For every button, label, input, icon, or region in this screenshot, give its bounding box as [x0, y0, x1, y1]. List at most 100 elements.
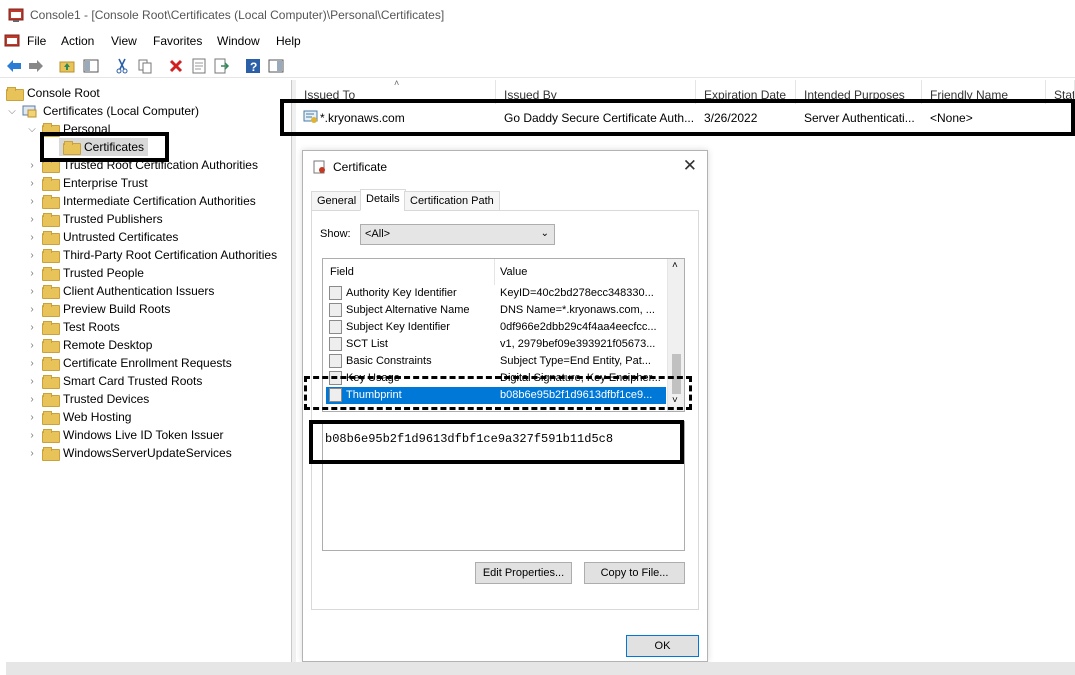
tree-item-label: Smart Card Trusted Roots	[63, 374, 203, 388]
tab-certification-path[interactable]: Certification Path	[404, 191, 500, 211]
chevron-right-icon[interactable]: ›	[26, 447, 38, 459]
tree-item-store[interactable]: › Trusted People	[26, 264, 144, 282]
edit-properties-button[interactable]: Edit Properties...	[475, 562, 572, 584]
tree-item-store[interactable]: › Windows Live ID Token Issuer	[26, 426, 224, 444]
tree-item-label: Trusted Publishers	[63, 212, 163, 226]
tab-details[interactable]: Details	[360, 189, 406, 211]
chevron-right-icon[interactable]: ›	[26, 159, 38, 171]
chevron-right-icon[interactable]: ›	[26, 321, 38, 333]
chevron-right-icon[interactable]: ›	[26, 195, 38, 207]
tree-item-store[interactable]: › WindowsServerUpdateServices	[26, 444, 232, 462]
menu-view[interactable]: View	[111, 34, 137, 48]
menu-bar: File Action View Favorites Window Help	[0, 30, 1075, 52]
tree-item-label: Certificate Enrollment Requests	[63, 356, 232, 370]
folder-icon	[42, 393, 60, 407]
menu-window[interactable]: Window	[217, 34, 260, 48]
tree-item-store[interactable]: › Remote Desktop	[26, 336, 152, 354]
field-row[interactable]: Basic Constraints Subject Type=End Entity…	[326, 353, 666, 370]
highlight-thumbprint-value	[309, 420, 684, 464]
show-hide-console-tree-button[interactable]	[81, 56, 101, 76]
export-list-button[interactable]	[212, 56, 232, 76]
chevron-right-icon[interactable]: ›	[26, 231, 38, 243]
tree-item-store[interactable]: › Test Roots	[26, 318, 120, 336]
tree-item-store[interactable]: › Client Authentication Issuers	[26, 282, 214, 300]
copy-to-file-button[interactable]: Copy to File...	[584, 562, 685, 584]
highlight-certificates-node	[40, 132, 169, 162]
field-row[interactable]: SCT List v1, 2979bef09e393921f05673...	[326, 336, 666, 353]
horizontal-scrollbar[interactable]	[6, 662, 1075, 675]
menu-file[interactable]: File	[27, 34, 46, 48]
delete-button[interactable]	[166, 56, 186, 76]
cut-button[interactable]	[112, 56, 132, 76]
dialog-title: Certificate	[333, 160, 388, 174]
chevron-right-icon[interactable]: ›	[26, 213, 38, 225]
tree-item-label: Remote Desktop	[63, 338, 153, 352]
chevron-right-icon[interactable]: ›	[26, 249, 38, 261]
show-dropdown[interactable]: <All> ⌄	[360, 224, 555, 245]
copy-button[interactable]	[135, 56, 155, 76]
menu-favorites[interactable]: Favorites	[153, 34, 202, 48]
tree-item-store[interactable]: › Preview Build Roots	[26, 300, 170, 318]
chevron-right-icon[interactable]: ›	[26, 285, 38, 297]
folder-icon	[6, 87, 24, 101]
tree-item-store[interactable]: › Enterprise Trust	[26, 174, 148, 192]
folder-icon	[42, 447, 60, 461]
tree-item-store[interactable]: › Trusted Publishers	[26, 210, 163, 228]
chevron-right-icon[interactable]: ›	[26, 177, 38, 189]
delete-x-icon	[169, 59, 183, 73]
certificate-icon	[313, 160, 325, 174]
field-column-header[interactable]: Field	[330, 266, 354, 278]
scroll-up-icon[interactable]: ˄	[672, 260, 678, 271]
system-menu-icon[interactable]	[4, 33, 20, 49]
properties-button[interactable]	[189, 56, 209, 76]
folder-icon	[42, 411, 60, 425]
tree-item-label: Trusted Devices	[63, 392, 150, 406]
up-one-level-button[interactable]	[57, 56, 77, 76]
field-row[interactable]: Subject Key Identifier 0df966e2dbb29c4f4a…	[326, 319, 666, 336]
chevron-right-icon[interactable]: ›	[26, 267, 38, 279]
field-row[interactable]: Subject Alternative Name DNS Name=*.kryon…	[326, 302, 666, 319]
ok-button[interactable]: OK	[626, 635, 699, 657]
chevron-right-icon[interactable]: ›	[26, 339, 38, 351]
close-icon[interactable]: ✕	[683, 156, 697, 176]
tree-item-store[interactable]: › Certificate Enrollment Requests	[26, 354, 232, 372]
tree-item-store[interactable]: › Intermediate Certification Authorities	[26, 192, 256, 210]
field-row[interactable]: Authority Key Identifier KeyID=40c2bd278e…	[326, 285, 666, 302]
title-bar: Console1 - [Console Root\Certificates (L…	[0, 0, 1075, 30]
tree-item-store[interactable]: › Smart Card Trusted Roots	[26, 372, 202, 390]
menu-action[interactable]: Action	[61, 34, 94, 48]
folder-up-icon	[59, 61, 75, 73]
highlight-thumbprint-row	[304, 376, 692, 410]
console-tree-icon	[83, 59, 99, 73]
highlight-certificate-row	[280, 99, 1075, 136]
value-column-header[interactable]: Value	[500, 266, 527, 278]
tab-general[interactable]: General	[311, 191, 363, 211]
show-hide-action-pane-button[interactable]	[266, 56, 286, 76]
chevron-right-icon[interactable]: ›	[26, 375, 38, 387]
back-button[interactable]	[4, 56, 24, 76]
chevron-right-icon[interactable]: ›	[26, 357, 38, 369]
field-value: KeyID=40c2bd278ecc348330...	[500, 287, 654, 299]
chevron-right-icon[interactable]: ›	[26, 429, 38, 441]
tree-item-label: Enterprise Trust	[63, 176, 148, 190]
folder-icon	[42, 429, 60, 443]
chevron-right-icon[interactable]: ›	[26, 303, 38, 315]
folder-icon	[42, 249, 60, 263]
tree-item-store[interactable]: › Trusted Devices	[26, 390, 149, 408]
tree-item-console-root[interactable]: Console Root	[6, 84, 100, 102]
tree-item-certificates-local-computer[interactable]: ⌵ Certificates (Local Computer)	[6, 102, 199, 120]
tree-item-store[interactable]: › Untrusted Certificates	[26, 228, 178, 246]
chevron-down-icon[interactable]: ⌵	[6, 105, 18, 117]
tree-item-store[interactable]: › Web Hosting	[26, 408, 131, 426]
tree-item-label: Console Root	[27, 86, 100, 100]
tree-item-store[interactable]: › Third-Party Root Certification Authorit…	[26, 246, 277, 264]
help-button[interactable]: ?	[243, 56, 263, 76]
chevron-down-icon[interactable]: ⌵	[26, 123, 38, 135]
field-icon	[329, 303, 342, 317]
chevron-right-icon[interactable]: ›	[26, 393, 38, 405]
field-value: 0df966e2dbb29c4f4aa4eecfcc...	[500, 321, 657, 333]
forward-button[interactable]	[26, 56, 46, 76]
chevron-right-icon[interactable]: ›	[26, 411, 38, 423]
folder-icon	[42, 303, 60, 317]
menu-help[interactable]: Help	[276, 34, 301, 48]
